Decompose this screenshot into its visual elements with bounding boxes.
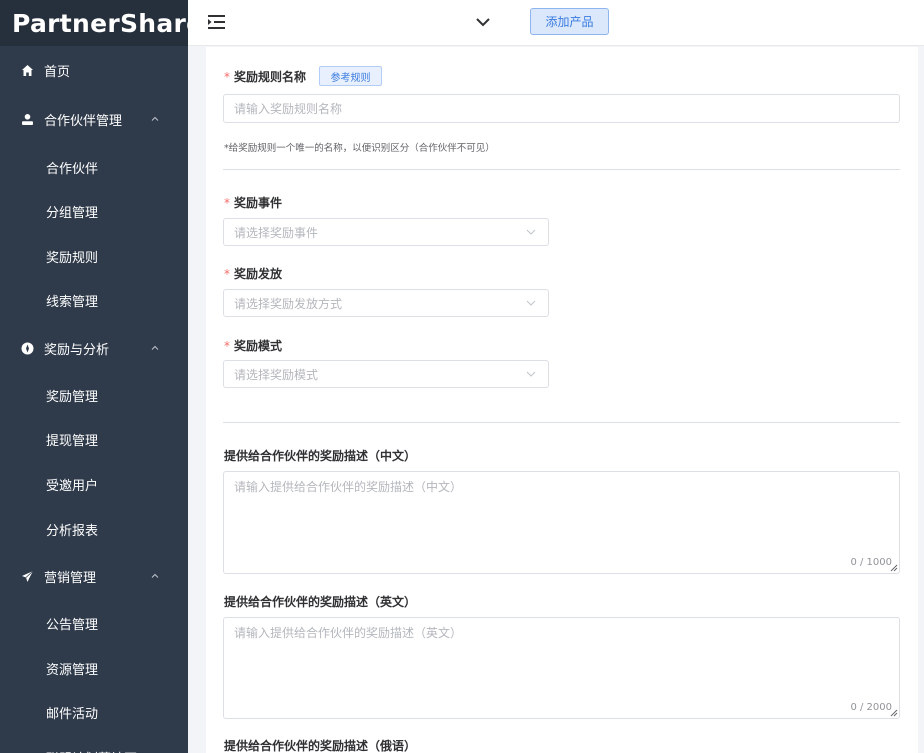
sidebar-item-leads[interactable]: 线索管理 [0,278,188,322]
rule-name-input[interactable] [223,94,900,123]
sidebar-group-label: 奖励与分析 [44,342,110,358]
sidebar-item-rewards[interactable]: 奖励管理 [0,373,188,417]
sidebar-group-marketing[interactable]: 营销管理 [0,554,188,598]
reward-payout-label-text: 奖励发放 [234,267,283,281]
reward-payout-label: * 奖励发放 [224,265,282,282]
reward-rule-form: * 奖励规则名称 参考规则 *给奖励规则一个唯一的名称，以便识别区分（合作伙伴不可… [206,47,918,753]
compass-icon [20,341,34,355]
required-mark: * [224,70,230,84]
rule-name-hint: *给奖励规则一个唯一的名称，以便识别区分（合作伙伴不可见） [224,143,495,154]
desc-en-textarea[interactable] [223,617,900,719]
reference-rule-button[interactable]: 参考规则 [319,66,382,86]
hamburger-icon[interactable] [208,14,226,30]
sidebar-item-email-campaigns[interactable]: 邮件活动 [0,690,188,734]
resize-grip-icon[interactable] [890,564,898,572]
divider [223,422,900,423]
sidebar-group-reward[interactable]: 奖励与分析 [0,326,188,370]
chevron-down-icon [526,229,536,235]
desc-zh-label: 提供给合作伙伴的奖励描述（中文） [224,449,417,463]
resize-grip-icon[interactable] [890,709,898,717]
select-placeholder: 请选择奖励事件 [234,225,319,240]
add-product-button[interactable]: 添加产品 [530,8,609,35]
select-placeholder: 请选择奖励发放方式 [234,296,343,311]
paper-plane-icon [20,569,34,583]
sidebar-item-invited-users[interactable]: 受邀用户 [0,462,188,506]
desc-en-counter: 0 / 2000 [850,702,892,713]
sidebar-item-withdrawals[interactable]: 提现管理 [0,417,188,461]
top-header: 添加产品 [188,0,924,46]
desc-en-label: 提供给合作伙伴的奖励描述（英文） [224,595,417,609]
chevron-down-icon [526,300,536,306]
divider [223,169,900,170]
sidebar-group-label: 营销管理 [44,570,97,586]
sidebar-item-reports[interactable]: 分析报表 [0,507,188,551]
required-mark: * [224,267,230,281]
sidebar-item-partners[interactable]: 合作伙伴 [0,145,188,189]
sidebar: PartnerShare 首页 合作伙伴管理 合作伙伴 分组管理 奖励规则 线索… [0,0,188,753]
sidebar-item-landing-page[interactable]: 联盟计划落地页 [0,735,188,753]
home-icon [20,63,34,77]
app-logo[interactable]: PartnerShare [0,0,188,46]
sidebar-item-resources[interactable]: 资源管理 [0,646,188,690]
required-mark: * [224,339,230,353]
user-icon [20,112,34,126]
required-mark: * [224,196,230,210]
reward-event-label-text: 奖励事件 [234,196,283,210]
chevron-down-icon[interactable] [475,15,491,29]
select-placeholder: 请选择奖励模式 [234,367,319,382]
chevron-up-icon [151,345,159,350]
sidebar-item-reward-rules[interactable]: 奖励规则 [0,234,188,278]
rule-name-label: * 奖励规则名称 [224,68,306,85]
app-logo-text: PartnerShare [12,8,188,38]
rule-name-label-text: 奖励规则名称 [234,70,307,84]
sidebar-group-partner[interactable]: 合作伙伴管理 [0,97,188,141]
sidebar-item-groups[interactable]: 分组管理 [0,189,188,233]
reward-event-label: * 奖励事件 [224,194,282,211]
chevron-down-icon [526,371,536,377]
reward-event-select[interactable]: 请选择奖励事件 [223,218,549,246]
reward-payout-select[interactable]: 请选择奖励发放方式 [223,289,549,317]
chevron-up-icon [151,573,159,578]
sidebar-group-label: 合作伙伴管理 [44,113,123,129]
sidebar-item-label: 首页 [44,64,71,80]
sidebar-item-announcements[interactable]: 公告管理 [0,601,188,645]
desc-ru-label: 提供给合作伙伴的奖励描述（俄语） [224,739,417,753]
reward-mode-label-text: 奖励模式 [234,339,283,353]
reward-mode-select[interactable]: 请选择奖励模式 [223,360,549,388]
reward-mode-label: * 奖励模式 [224,337,282,354]
chevron-up-icon [151,116,159,121]
desc-zh-textarea[interactable] [223,471,900,574]
desc-zh-counter: 0 / 1000 [850,557,892,568]
sidebar-item-home[interactable]: 首页 [0,48,188,92]
